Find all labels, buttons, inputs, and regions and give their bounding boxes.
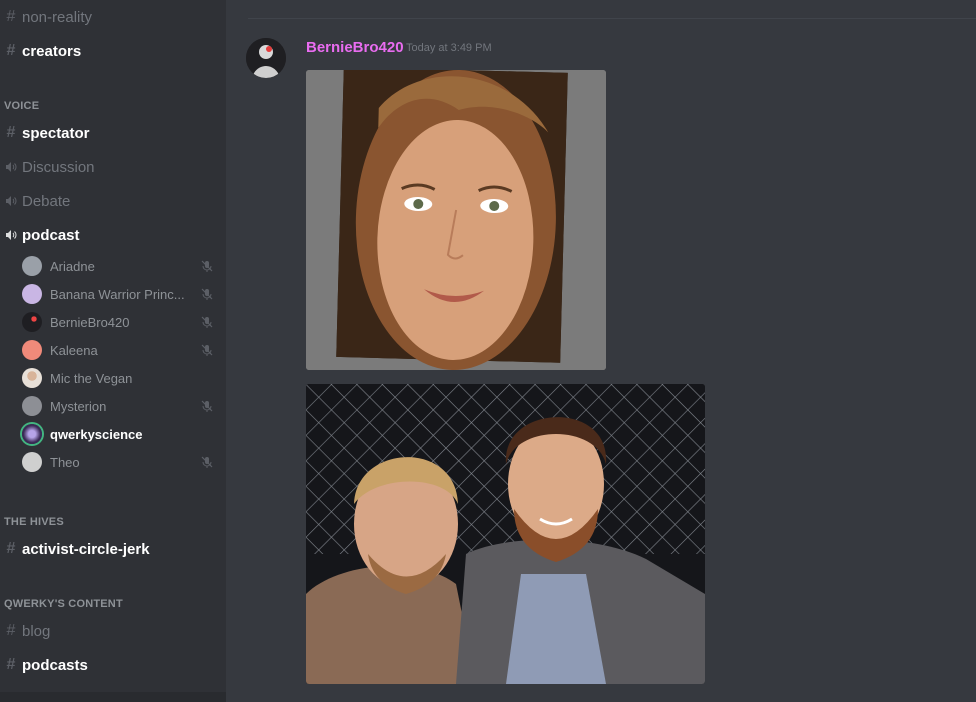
avatar <box>22 396 42 416</box>
channel-label: spectator <box>22 124 90 142</box>
channel-creators[interactable]: # creators <box>4 39 82 63</box>
speaker-icon <box>4 195 18 207</box>
voice-user-name: Mic the Vegan <box>50 370 133 386</box>
channel-label: blog <box>22 622 51 640</box>
voice-user-mysterion[interactable]: Mysterion <box>22 394 214 418</box>
locked-hash-icon: # <box>6 540 16 557</box>
message-author-name[interactable]: BernieBro420 <box>306 39 404 56</box>
image-attachment-portrait[interactable] <box>306 70 606 370</box>
voice-user-name: BernieBro420 <box>50 314 130 330</box>
channel-label: non-reality <box>22 8 93 26</box>
voice-user-name: Mysterion <box>50 398 107 414</box>
channel-sidebar: # non-reality # creators VOICE # spectat… <box>0 0 226 702</box>
avatar <box>22 284 42 304</box>
hash-icon: # <box>6 622 16 639</box>
image-attachment-selfie[interactable] <box>306 384 705 684</box>
channel-label: Discussion <box>22 158 95 176</box>
voice-channel-podcast[interactable]: podcast <box>4 223 80 247</box>
message-divider <box>248 18 976 19</box>
channel-non-reality[interactable]: # non-reality <box>4 5 93 29</box>
selfie-photo <box>306 384 705 684</box>
category-voice[interactable]: VOICE <box>4 100 39 112</box>
voice-user-name: Ariadne <box>50 258 95 274</box>
voice-user-name: qwerkyscience <box>50 426 143 442</box>
channel-label: podcast <box>22 226 80 244</box>
channel-label: activist-circle-jerk <box>22 540 150 558</box>
voice-user-name: Theo <box>50 454 80 470</box>
voice-user-berniebro420[interactable]: BernieBro420 <box>22 310 214 334</box>
voice-user-kaleena[interactable]: Kaleena <box>22 338 214 362</box>
hash-icon: # <box>6 8 16 25</box>
avatar <box>22 368 42 388</box>
sidebar-footer <box>0 692 226 702</box>
category-qwerkys-content[interactable]: QWERKY'S CONTENT <box>4 598 123 610</box>
muted-mic-icon <box>201 260 213 272</box>
voice-channel-discussion[interactable]: Discussion <box>4 155 95 179</box>
discord-app: # non-reality # creators VOICE # spectat… <box>0 0 976 702</box>
message-author-avatar[interactable] <box>246 38 286 78</box>
voice-user-name: Banana Warrior Princ... <box>50 286 185 302</box>
voice-user-banana-warrior[interactable]: Banana Warrior Princ... <box>22 282 214 306</box>
avatar <box>22 340 42 360</box>
channel-activist-circle-jerk[interactable]: # activist-circle-jerk <box>4 537 150 561</box>
channel-podcasts[interactable]: # podcasts <box>4 653 88 677</box>
hash-icon: # <box>6 656 16 673</box>
hash-icon: # <box>6 42 16 59</box>
muted-mic-icon <box>201 344 213 356</box>
avatar <box>22 256 42 276</box>
muted-mic-icon <box>201 288 213 300</box>
avatar <box>22 424 42 444</box>
category-the-hives[interactable]: THE HIVES <box>4 516 64 528</box>
channel-spectator[interactable]: # spectator <box>4 121 90 145</box>
voice-user-ariadne[interactable]: Ariadne <box>22 254 214 278</box>
channel-label: podcasts <box>22 656 88 674</box>
voice-user-name: Kaleena <box>50 342 98 358</box>
channel-label: creators <box>22 42 82 60</box>
voice-user-theo[interactable]: Theo <box>22 450 214 474</box>
voice-channel-debate[interactable]: Debate <box>4 189 70 213</box>
muted-mic-icon <box>201 400 213 412</box>
speaker-icon <box>4 161 18 173</box>
muted-mic-icon <box>201 456 213 468</box>
hash-icon: # <box>6 124 16 141</box>
channel-label: Debate <box>22 192 71 210</box>
channel-blog[interactable]: # blog <box>4 619 51 643</box>
voice-user-mic-the-vegan[interactable]: Mic the Vegan <box>22 366 214 390</box>
voice-user-qwerkyscience[interactable]: qwerkyscience <box>22 422 214 446</box>
avatar <box>22 452 42 472</box>
portrait-photo <box>306 70 606 370</box>
speaker-icon <box>4 229 18 241</box>
avatar <box>22 312 42 332</box>
muted-mic-icon <box>201 316 213 328</box>
chat-area: BernieBro420 Today at 3:49 PM <box>226 0 976 702</box>
message-timestamp: Today at 3:49 PM <box>406 42 492 54</box>
